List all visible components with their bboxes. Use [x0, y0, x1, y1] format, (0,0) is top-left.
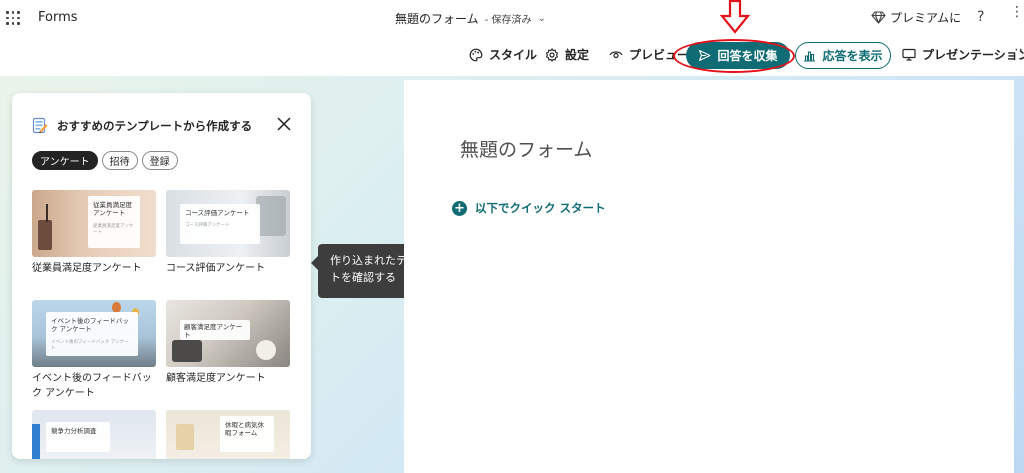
- bar-chart-icon: [804, 50, 816, 62]
- document-title: 無題のフォーム: [395, 12, 479, 26]
- template-thumbnail: 休暇と病気休暇フォーム: [166, 410, 290, 459]
- toolbar: スタイル 設定 プレビュー 回答を収集 応答を表示 プレゼンテーション ⋯: [0, 0, 1024, 76]
- style-label: スタイル: [489, 48, 538, 62]
- template-thumbnail: コース評価アンケート コース評価アンケート: [166, 190, 290, 257]
- monitor-icon: [902, 48, 916, 61]
- highlight-ring-annotation: [673, 39, 795, 73]
- tooltip-tail: [311, 256, 318, 270]
- template-customer-satisfaction[interactable]: 顧客満足度アンケート 顧客満足度アンケート: [166, 300, 290, 387]
- document-title-area[interactable]: 無題のフォーム - 保存済み ⌄: [395, 10, 546, 27]
- form-title[interactable]: 無題のフォーム: [460, 135, 592, 162]
- template-thumbnail: イベント後のフィードバック アンケート イベント後のフィードバック アンケート: [32, 300, 156, 367]
- template-card: 従業員満足度アンケート 従業員満足度アンケート: [88, 196, 140, 248]
- settings-button[interactable]: 設定: [545, 46, 589, 63]
- template-panel: おすすめのテンプレートから作成する アンケート 招待 登録 従業員満足度アンケー…: [12, 93, 311, 459]
- more-options-icon[interactable]: ⋮: [1010, 4, 1024, 20]
- template-card: 顧客満足度アンケート: [180, 320, 250, 340]
- close-icon[interactable]: [275, 115, 293, 133]
- diamond-icon: [871, 11, 886, 24]
- chip-registration[interactable]: 登録: [141, 151, 178, 170]
- down-arrow-annotation-icon: [720, 0, 750, 34]
- template-card-title: 従業員満足度アンケート: [93, 201, 132, 218]
- template-label: イベント後のフィードバック アンケート: [32, 373, 152, 399]
- app-name[interactable]: Forms: [38, 10, 78, 25]
- template-card-title: イベント後のフィードバック アンケート: [51, 317, 129, 334]
- form-canvas: 無題のフォーム + 以下でクイック スタート: [404, 80, 1014, 473]
- save-status: - 保存済み: [484, 15, 532, 26]
- template-card-title: 競争力分析調査: [51, 427, 97, 435]
- view-responses-label: 応答を表示: [822, 49, 883, 63]
- template-thumbnail: 競争力分析調査: [32, 410, 156, 459]
- template-card-title: コース評価アンケート: [185, 209, 250, 217]
- chip-invitation[interactable]: 招待: [101, 151, 138, 170]
- template-thumbnail: 従業員満足度アンケート 従業員満足度アンケート: [32, 190, 156, 257]
- quick-start-button[interactable]: + 以下でクイック スタート: [452, 200, 606, 216]
- template-label: 従業員満足度アンケート: [32, 263, 142, 274]
- template-leave-request[interactable]: 休暇と病気休暇フォーム: [166, 410, 290, 459]
- template-category-chips: アンケート 招待 登録: [32, 151, 178, 170]
- template-card-subtitle: イベント後のフィードバック アンケート: [51, 339, 129, 351]
- presentation-label: プレゼンテーション: [922, 48, 1024, 62]
- template-label: コース評価アンケート: [166, 263, 266, 274]
- presentation-button[interactable]: プレゼンテーション: [902, 46, 1024, 63]
- view-responses-button[interactable]: 応答を表示: [795, 42, 891, 69]
- chevron-down-icon: ⌄: [537, 13, 546, 24]
- template-card: 休暇と病気休暇フォーム: [220, 416, 274, 452]
- quick-start-label: 以下でクイック スタート: [475, 201, 606, 215]
- premium-button[interactable]: プレミアムに: [871, 9, 961, 26]
- template-panel-title: おすすめのテンプレートから作成する: [57, 118, 253, 133]
- gear-icon: [545, 47, 559, 62]
- plus-icon: +: [452, 200, 467, 216]
- template-card-title: 顧客満足度アンケート: [184, 323, 243, 340]
- app-launcher-icon[interactable]: [6, 11, 20, 25]
- premium-label: プレミアムに: [890, 11, 962, 25]
- template-card-title: 休暇と病気休暇フォーム: [225, 421, 264, 438]
- palette-icon: [469, 48, 483, 61]
- template-card: イベント後のフィードバック アンケート イベント後のフィードバック アンケート: [46, 312, 138, 356]
- template-competitive-analysis[interactable]: 競争力分析調査: [32, 410, 156, 459]
- template-notebook-icon: [32, 117, 48, 134]
- settings-label: 設定: [565, 48, 590, 62]
- more-toolbar-icon[interactable]: ⋯: [1014, 42, 1024, 58]
- top-bar: Forms 無題のフォーム - 保存済み ⌄ プレミアムに ? ⋮: [0, 0, 1024, 36]
- template-event-feedback[interactable]: イベント後のフィードバック アンケート イベント後のフィードバック アンケート …: [32, 300, 156, 401]
- template-card-subtitle: コース評価アンケート: [185, 223, 230, 229]
- help-button[interactable]: ?: [977, 9, 984, 25]
- template-employee-satisfaction[interactable]: 従業員満足度アンケート 従業員満足度アンケート 従業員満足度アンケート: [32, 190, 156, 277]
- template-card: 競争力分析調査: [46, 422, 110, 452]
- template-card-subtitle: 従業員満足度アンケート: [93, 223, 134, 235]
- template-label: 顧客満足度アンケート: [166, 373, 266, 384]
- style-button[interactable]: スタイル: [469, 46, 537, 63]
- eye-icon: [609, 50, 623, 58]
- template-course-evaluation[interactable]: コース評価アンケート コース評価アンケート コース評価アンケート: [166, 190, 290, 277]
- template-card: コース評価アンケート コース評価アンケート: [180, 204, 260, 244]
- chip-survey[interactable]: アンケート: [32, 151, 98, 170]
- template-thumbnail: 顧客満足度アンケート: [166, 300, 290, 367]
- template-panel-header: おすすめのテンプレートから作成する: [32, 117, 252, 134]
